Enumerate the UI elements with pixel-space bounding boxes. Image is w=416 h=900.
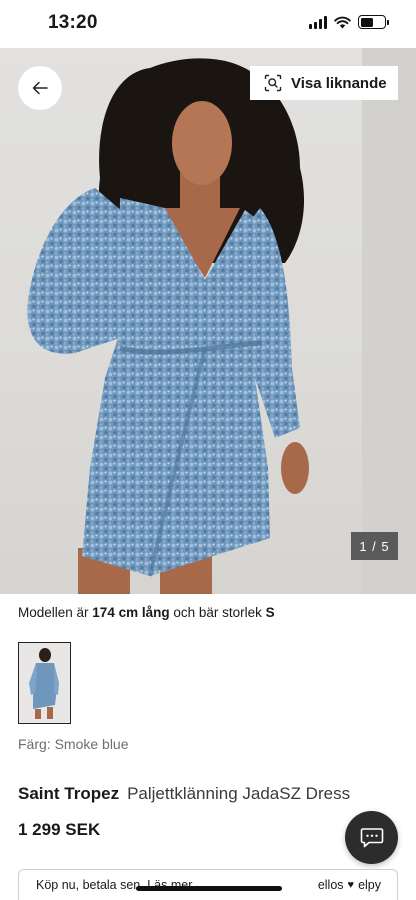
visual-search-icon [264, 74, 282, 92]
model-info: Modellen är 174 cm lång och bär storlek … [18, 605, 275, 620]
status-icons [309, 15, 389, 29]
model-info-middle: och bär storlek [169, 605, 266, 620]
pay-later-message: Köp nu, betala sen. [36, 878, 144, 892]
ellos-wordmark: ellos [317, 878, 344, 892]
product-photo [27, 58, 309, 594]
model-height: 174 cm lång [92, 605, 170, 620]
model-info-prefix: Modellen är [18, 605, 93, 620]
wifi-icon [334, 16, 351, 28]
color-label: Färg: Smoke blue [18, 736, 129, 752]
cellular-signal-icon [309, 15, 327, 29]
product-title: Saint Tropez Paljettklänning JadaSZ Dress [18, 784, 350, 804]
heart-icon: ♥ [347, 879, 355, 891]
image-counter: 1 / 5 [351, 532, 398, 560]
thumbnail-photo [19, 643, 69, 722]
chat-bubble-icon [360, 827, 383, 847]
product-image-gallery[interactable]: Visa liknande 1 / 5 [0, 48, 416, 594]
next-image-peek [362, 48, 416, 594]
status-time: 13:20 [48, 12, 98, 33]
product-brand[interactable]: Saint Tropez [18, 784, 119, 803]
battery-icon [358, 15, 389, 29]
pay-later-banner: Köp nu, betala sen. Läs mer ellos ♥ elpy [18, 869, 398, 900]
status-bar: 13:20 [0, 0, 416, 48]
arrow-left-icon [32, 81, 48, 95]
product-price: 1 299 SEK [18, 820, 101, 839]
show-similar-label: Visa liknande [291, 74, 387, 92]
model-size: S [265, 605, 275, 620]
home-indicator[interactable] [136, 886, 282, 891]
color-swatch-thumbnail[interactable] [18, 642, 71, 724]
back-button[interactable] [18, 66, 62, 110]
product-name: Paljettklänning JadaSZ Dress [127, 784, 351, 803]
elpy-wordmark: elpy [358, 878, 381, 892]
show-similar-button[interactable]: Visa liknande [250, 66, 398, 100]
ellos-elpy-logo: ellos ♥ elpy [318, 878, 381, 892]
chat-button[interactable] [345, 811, 398, 864]
